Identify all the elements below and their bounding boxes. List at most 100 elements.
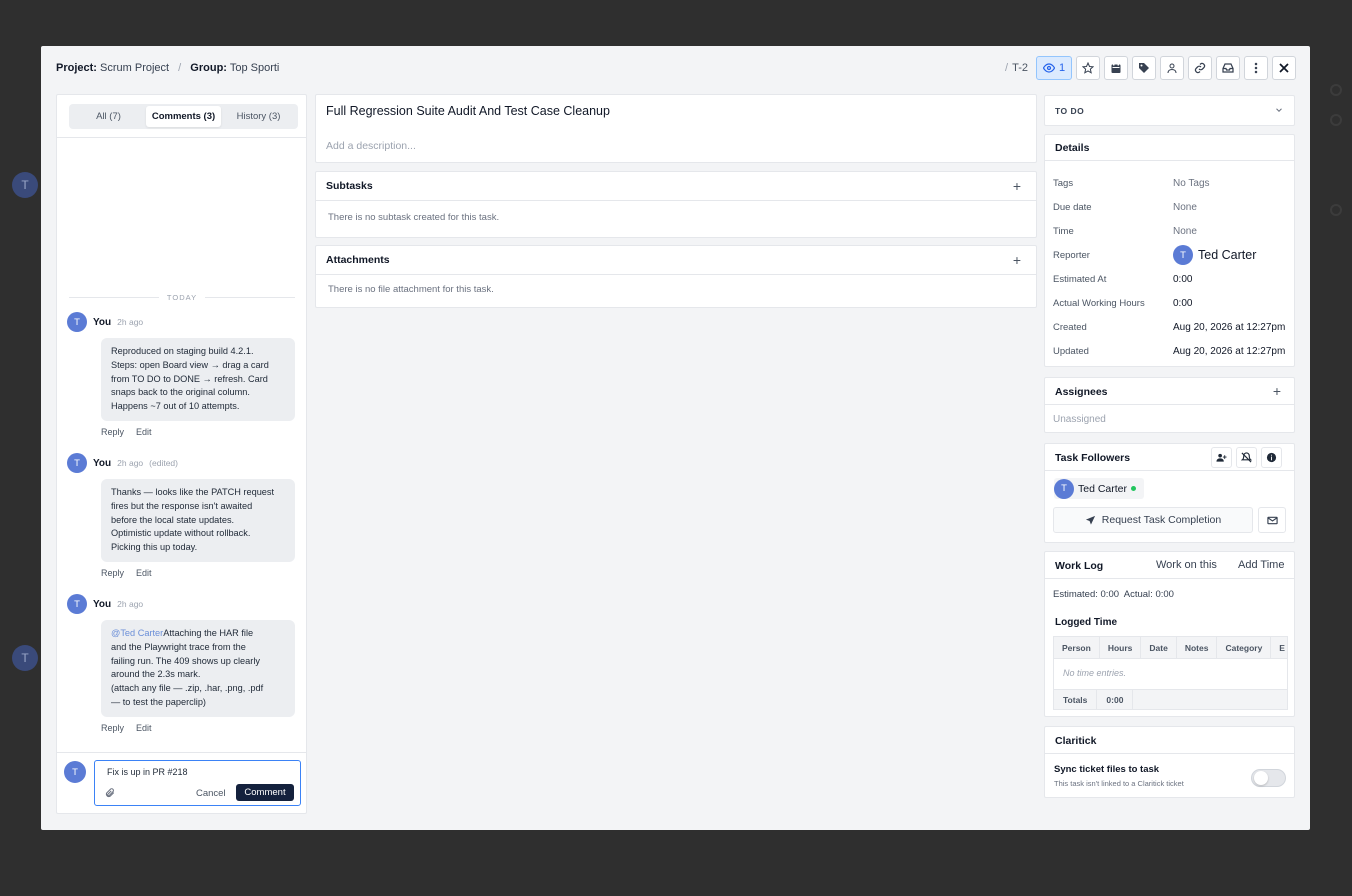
assign-button[interactable] xyxy=(1160,56,1184,80)
close-button[interactable] xyxy=(1272,56,1296,80)
comment-body: @Ted CarterAttaching the HAR file and th… xyxy=(101,620,295,717)
tags-value[interactable]: No Tags xyxy=(1173,178,1210,189)
follower-name: Ted Carter xyxy=(1078,482,1128,495)
comment-author: You xyxy=(93,316,112,328)
mail-icon xyxy=(1266,516,1278,524)
column-header: Notes xyxy=(1177,637,1218,658)
detail-key: Tags xyxy=(1053,177,1074,189)
task-title[interactable]: Full Regression Suite Audit And Test Cas… xyxy=(326,104,610,118)
project-link[interactable]: Scrum Project xyxy=(100,62,169,74)
comment-header: T You 2h ago xyxy=(67,594,143,614)
email-button[interactable] xyxy=(1258,507,1286,533)
reply-button[interactable]: Reply xyxy=(101,427,124,437)
watch-button[interactable]: 1 xyxy=(1036,56,1072,80)
reporter-name: Ted Carter xyxy=(1198,248,1257,262)
avatar[interactable]: T xyxy=(67,594,87,614)
sync-toggle[interactable] xyxy=(1251,769,1286,787)
avatar: T xyxy=(1054,478,1074,499)
reporter-value[interactable]: T Ted Carter xyxy=(1173,245,1256,265)
add-assignee-button[interactable]: + xyxy=(1273,383,1281,399)
more-button[interactable] xyxy=(1244,56,1268,80)
copy-link-button[interactable] xyxy=(1188,56,1212,80)
mute-button[interactable] xyxy=(1236,447,1257,468)
tab-comments[interactable]: Comments (3) xyxy=(146,106,221,127)
detail-row-actual-hours: Actual Working Hours 0:00 xyxy=(1053,295,1288,311)
comment-line: fires but the response isn't awaited xyxy=(111,500,253,511)
comment-header: T You 2h ago (edited) xyxy=(67,453,178,473)
follower-chip[interactable]: T Ted Carter xyxy=(1054,478,1145,499)
tags-button[interactable] xyxy=(1132,56,1156,80)
reply-button[interactable]: Reply xyxy=(101,723,124,733)
actual-hours-value: 0:00 xyxy=(1173,297,1193,309)
avatar[interactable]: T xyxy=(67,312,87,332)
details-title: Details xyxy=(1055,142,1090,154)
followers-actions xyxy=(1211,447,1282,468)
comment-actions: Reply Edit xyxy=(101,568,152,578)
edited-label: (edited) xyxy=(149,458,178,468)
comment-line: Happens ~7 out of 10 attempts. xyxy=(111,401,240,412)
sync-label: Sync ticket files to task xyxy=(1054,764,1160,775)
cancel-button[interactable]: Cancel xyxy=(196,788,226,799)
archive-button[interactable] xyxy=(1216,56,1240,80)
due-date-button[interactable] xyxy=(1104,56,1128,80)
add-attachment-button[interactable]: + xyxy=(1013,252,1021,268)
tabs-divider xyxy=(57,137,306,138)
comment-submit-button[interactable]: Comment xyxy=(236,784,294,801)
detail-key: Due date xyxy=(1053,201,1092,213)
tab-all[interactable]: All (7) xyxy=(71,106,146,127)
reply-button[interactable]: Reply xyxy=(101,568,124,578)
due-date-value[interactable]: None xyxy=(1173,202,1197,213)
comment-composer[interactable]: Fix is up in PR #218 Cancel Comment xyxy=(94,760,301,806)
modal-header: Project: Scrum Project / Group: Top Spor… xyxy=(41,46,1310,90)
user-plus-icon xyxy=(1216,453,1227,462)
task-id: / T-2 xyxy=(1005,62,1028,74)
description-input[interactable]: Add a description... xyxy=(326,140,416,152)
table-footer: Totals 0:00 xyxy=(1054,689,1287,709)
star-button[interactable] xyxy=(1076,56,1100,80)
comment-actions: Reply Edit xyxy=(101,427,152,437)
detail-key: Actual Working Hours xyxy=(1053,297,1145,309)
status-value: TO DO xyxy=(1055,106,1085,116)
request-completion-button[interactable]: Request Task Completion xyxy=(1053,507,1253,533)
comment-line: before the local state updates. xyxy=(111,514,235,525)
comment-actions: Reply Edit xyxy=(101,723,152,733)
time-value[interactable]: None xyxy=(1173,226,1197,237)
info-button[interactable] xyxy=(1261,447,1282,468)
comment-line: (attach any file — .zip, .har, .png, .pd… xyxy=(111,683,264,694)
add-subtask-button[interactable]: + xyxy=(1013,178,1021,194)
column-header: E xyxy=(1271,637,1287,658)
comment-author: You xyxy=(93,457,112,469)
bell-off-icon xyxy=(1241,452,1252,463)
avatar[interactable]: T xyxy=(67,453,87,473)
work-on-this-button[interactable]: Work on this xyxy=(1156,559,1217,571)
estimated-value[interactable]: 0:00 xyxy=(1173,274,1192,285)
comment-input[interactable]: Fix is up in PR #218 xyxy=(107,767,188,777)
assignees-empty: Unassigned xyxy=(1053,414,1106,425)
assignees-panel: Assignees + Unassigned xyxy=(1044,377,1295,433)
group-link[interactable]: Top Sporti xyxy=(230,62,280,74)
paperclip-icon[interactable] xyxy=(105,788,115,798)
claritick-title: Claritick xyxy=(1055,735,1097,747)
inbox-icon xyxy=(1222,63,1234,73)
tag-icon xyxy=(1139,63,1149,73)
background-icon xyxy=(1330,114,1342,126)
activity-panel: All (7) Comments (3) History (3) TODAY T… xyxy=(56,94,307,814)
edit-button[interactable]: Edit xyxy=(136,427,152,437)
comment-line: Attaching the HAR file xyxy=(163,628,254,638)
comment-line: snaps back to the original column. xyxy=(111,387,250,398)
user-mention[interactable]: @Ted Carter xyxy=(111,628,163,638)
breadcrumb-separator: / xyxy=(178,62,182,74)
detail-row-reporter: Reporter T Ted Carter xyxy=(1053,245,1288,265)
detail-key: Estimated At xyxy=(1053,273,1107,285)
add-follower-button[interactable] xyxy=(1211,447,1232,468)
star-icon xyxy=(1082,62,1094,74)
edit-button[interactable]: Edit xyxy=(136,568,152,578)
totals-label: Totals xyxy=(1054,690,1098,709)
add-time-button[interactable]: Add Time xyxy=(1238,559,1284,571)
eye-icon xyxy=(1042,63,1055,73)
worklog-title: Work Log xyxy=(1055,560,1104,572)
status-select[interactable]: TO DO xyxy=(1044,95,1295,126)
edit-button[interactable]: Edit xyxy=(136,723,152,733)
logged-time-title: Logged Time xyxy=(1055,617,1118,628)
tab-history[interactable]: History (3) xyxy=(221,106,296,127)
